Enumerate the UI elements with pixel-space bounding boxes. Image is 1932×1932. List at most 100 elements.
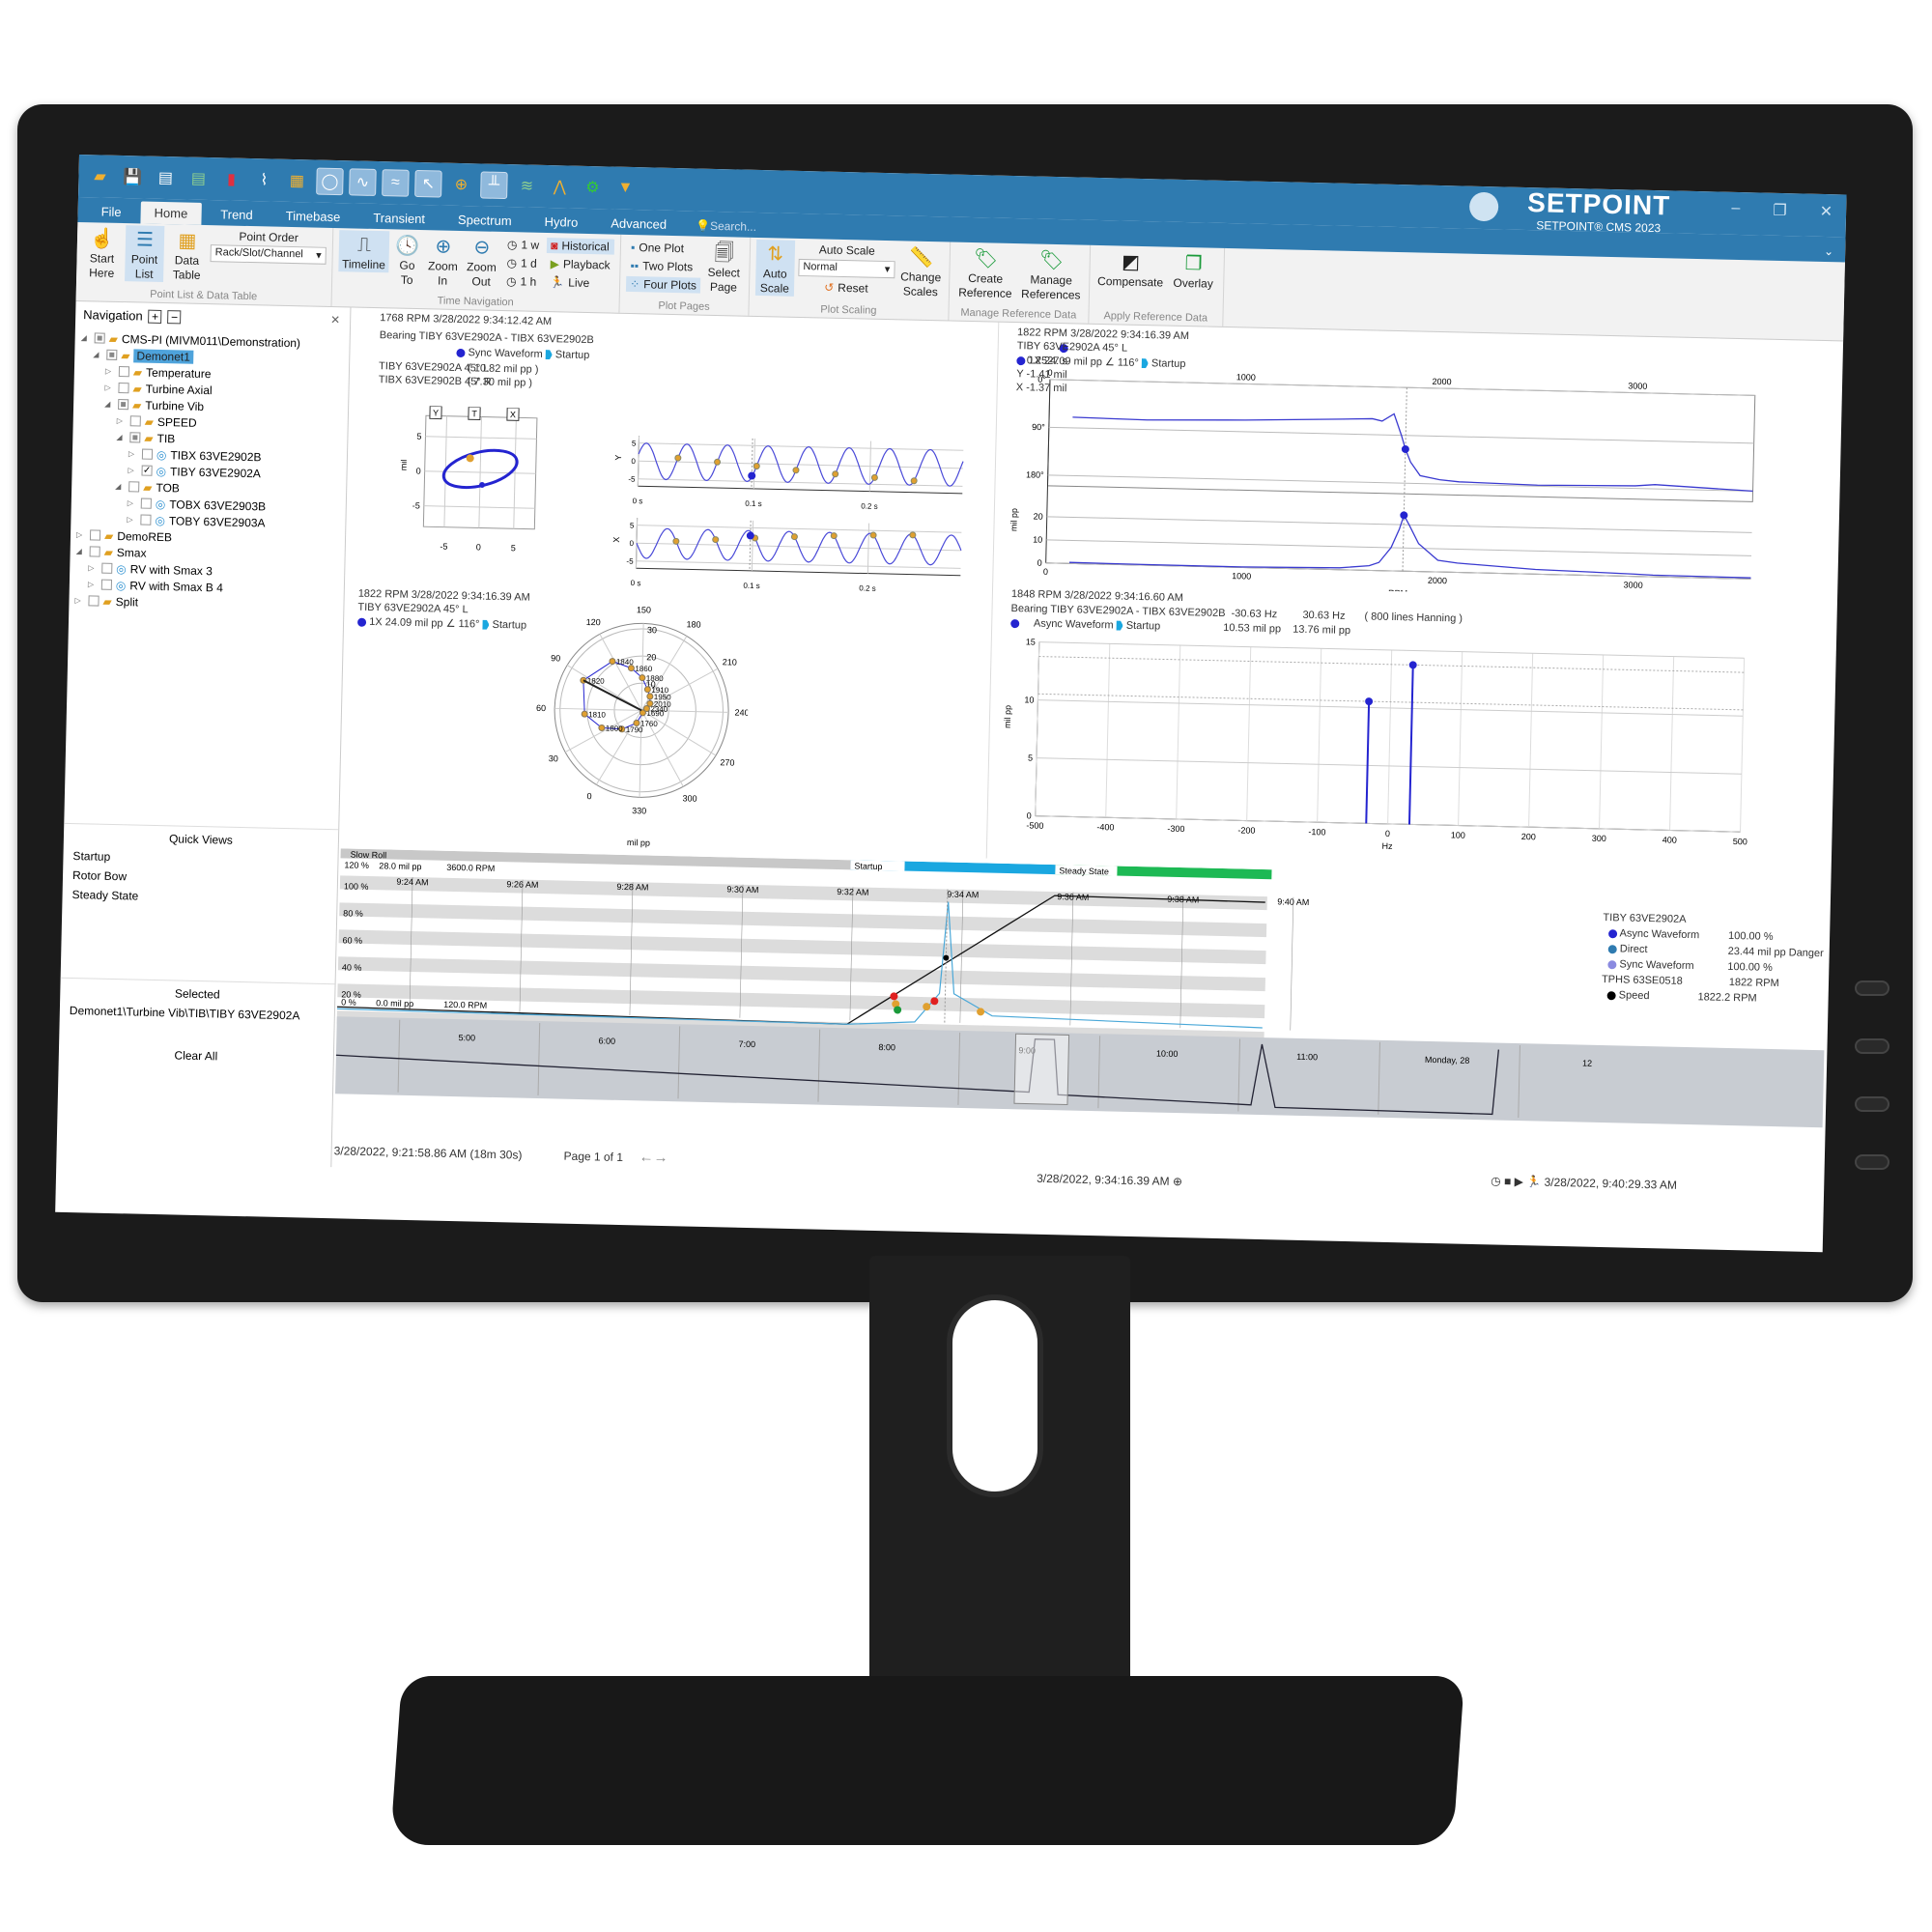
minimize-button[interactable]: – (1731, 200, 1740, 219)
reset-button[interactable]: ↺ Reset (820, 279, 872, 296)
tab-timebase[interactable]: Timebase (271, 205, 354, 229)
filter-icon[interactable]: ▼ (611, 175, 639, 203)
bode-icon[interactable]: ⌇ (250, 166, 278, 194)
search-box[interactable]: 💡Search... (686, 214, 766, 238)
auto-scale-dropdown[interactable]: Normal ▾ (798, 258, 895, 279)
collapse-arrow-icon[interactable]: ◢ (81, 333, 91, 342)
expand-arrow-icon[interactable]: ▷ (128, 498, 137, 507)
tree-checkbox[interactable] (88, 595, 99, 607)
tree-checkbox[interactable] (118, 398, 129, 411)
collapse-arrow-icon[interactable]: ◢ (104, 400, 114, 409)
tab-advanced[interactable]: Advanced (597, 212, 680, 236)
spectrum-icon[interactable]: ╨ (480, 171, 508, 200)
close-button[interactable]: ✕ (1819, 202, 1833, 221)
tree-checkbox[interactable] (118, 382, 129, 394)
tree-checkbox[interactable] (89, 529, 101, 541)
target-icon[interactable]: ⊕ (1173, 1175, 1182, 1188)
playback-button[interactable]: ▶ Playback (547, 256, 614, 273)
cascade-icon[interactable]: ≋ (513, 172, 541, 200)
timeline-button[interactable]: ⎍ Timeline (338, 230, 390, 273)
expand-arrow-icon[interactable]: ▷ (88, 563, 98, 572)
live-button[interactable]: 🏃 Live (546, 274, 613, 292)
tab-trend[interactable]: Trend (207, 203, 267, 226)
tab-transient[interactable]: Transient (359, 207, 439, 231)
tree-checkbox[interactable] (100, 579, 113, 590)
orbit-icon[interactable]: ◯ (316, 167, 344, 196)
spectrum-plot[interactable]: -500 -400 -300 -200 -100 0 100 200 300 400 500 0 5 10… (996, 632, 1764, 867)
expand-arrow-icon[interactable]: ▷ (117, 416, 127, 425)
tree-checkbox[interactable] (118, 365, 130, 378)
zoom-out-button[interactable]: ⊖ Zoom Out (464, 233, 499, 290)
clear-all-button[interactable]: Clear All (69, 1046, 324, 1065)
restore-button[interactable]: ❐ (1773, 201, 1787, 220)
monitor-button[interactable] (1855, 1038, 1889, 1054)
waveform-icon[interactable]: ∿ (349, 168, 377, 196)
four-plots-button[interactable]: ⁘ Four Plots (626, 275, 701, 294)
monitor-button[interactable] (1855, 980, 1889, 996)
collapse-arrow-icon[interactable]: ◢ (115, 482, 125, 491)
collapse-arrow-icon[interactable]: ◢ (116, 433, 126, 441)
tree-checkbox[interactable]: ✓ (141, 465, 153, 476)
compensate-button[interactable]: ◩ Compensate (1095, 247, 1166, 291)
tree-checkbox[interactable] (89, 546, 100, 557)
orbit-plot[interactable]: -5 0 5 5 0 -5 mil Y T X (399, 405, 547, 554)
point-order-dropdown[interactable]: Rack/Slot/Channel ▾ (210, 244, 327, 265)
monitor-button[interactable] (1855, 1096, 1889, 1112)
prev-page-arrow-icon[interactable]: ← (639, 1149, 653, 1165)
tree-checkbox[interactable] (141, 448, 154, 460)
change-scales-button[interactable]: 📏 Change Scales (898, 242, 944, 299)
trend-icon[interactable]: ≈ (382, 169, 410, 197)
cursor-icon[interactable]: ↖ (414, 169, 442, 198)
monitor-button[interactable] (1855, 1154, 1889, 1170)
doc-export-icon[interactable]: ▤ (152, 164, 180, 192)
one-plot-button[interactable]: ▪ One Plot (627, 240, 701, 257)
span-1h-button[interactable]: ◷ 1 h (502, 273, 543, 290)
open-folder-icon[interactable]: ▰ (86, 162, 114, 190)
tab-hydro[interactable]: Hydro (530, 211, 591, 234)
collapse-arrow-icon[interactable]: ◢ (76, 547, 86, 555)
peak-icon[interactable]: ⋀ (546, 173, 574, 201)
tree-checkbox[interactable] (101, 562, 113, 574)
stop-icon[interactable]: ■ (1504, 1175, 1512, 1188)
save-icon[interactable]: 💾 (119, 163, 147, 191)
tree-checkbox[interactable] (128, 481, 140, 493)
tree-checkbox[interactable] (106, 349, 118, 360)
collapse-arrow-icon[interactable]: ◢ (93, 350, 102, 358)
tree-checkbox[interactable] (94, 332, 105, 344)
expand-arrow-icon[interactable]: ▷ (76, 530, 86, 539)
csv-export-icon[interactable]: ▤ (185, 164, 213, 192)
collapse-all-button[interactable]: − (167, 309, 182, 324)
two-plots-button[interactable]: ▪▪ Two Plots (626, 258, 700, 275)
bookmark-icon[interactable]: ▮ (217, 165, 245, 193)
create-reference-button[interactable]: 🏷 Create Reference (955, 244, 1016, 301)
tree-checkbox[interactable] (140, 497, 152, 509)
tree-checkbox[interactable] (140, 514, 152, 526)
table-icon[interactable]: ▦ (283, 167, 311, 195)
point-list-button[interactable]: ☰ Point List (125, 225, 165, 283)
next-page-arrow-icon[interactable]: → (653, 1150, 668, 1166)
select-page-button[interactable]: 🗐 Select Page (704, 239, 744, 296)
expand-arrow-icon[interactable]: ▷ (104, 384, 114, 392)
expand-arrow-icon[interactable]: ▷ (105, 367, 115, 376)
expand-arrow-icon[interactable]: ▷ (128, 466, 137, 474)
overlay-button[interactable]: ❐ Overlay (1169, 249, 1218, 292)
expand-all-button[interactable]: + (148, 309, 162, 324)
go-to-button[interactable]: 🕓 Go To (392, 231, 422, 288)
timebase-y-plot[interactable]: 5 0 -5 0 s 0.1 s 0.2 s Y (612, 430, 972, 515)
manage-references-button[interactable]: 🏷 Manage References (1019, 245, 1084, 302)
expand-arrow-icon[interactable]: ▷ (127, 515, 136, 524)
expand-arrow-icon[interactable]: ▷ (128, 449, 138, 458)
tab-home[interactable]: Home (140, 201, 202, 225)
span-1w-button[interactable]: ◷ 1 w (503, 237, 544, 253)
tab-file[interactable]: File (87, 200, 134, 223)
timebase-x-plot[interactable]: 5 0 -5 0 s 0.1 s 0.2 s X (611, 512, 970, 597)
bode-plot[interactable]: 001000100020002000300030000°90°180°01020… (1002, 365, 1770, 600)
historical-button[interactable]: ◙ Historical (546, 238, 615, 255)
tree-checkbox[interactable] (129, 432, 141, 443)
running-man-icon[interactable]: 🏃 (1526, 1175, 1541, 1188)
data-table-button[interactable]: ▦ Data Table (167, 226, 207, 283)
tree-checkbox[interactable] (129, 415, 141, 427)
play-icon[interactable]: ▶ (1515, 1175, 1524, 1188)
expand-arrow-icon[interactable]: ▷ (88, 580, 98, 588)
expand-arrow-icon[interactable]: ▷ (74, 596, 84, 605)
